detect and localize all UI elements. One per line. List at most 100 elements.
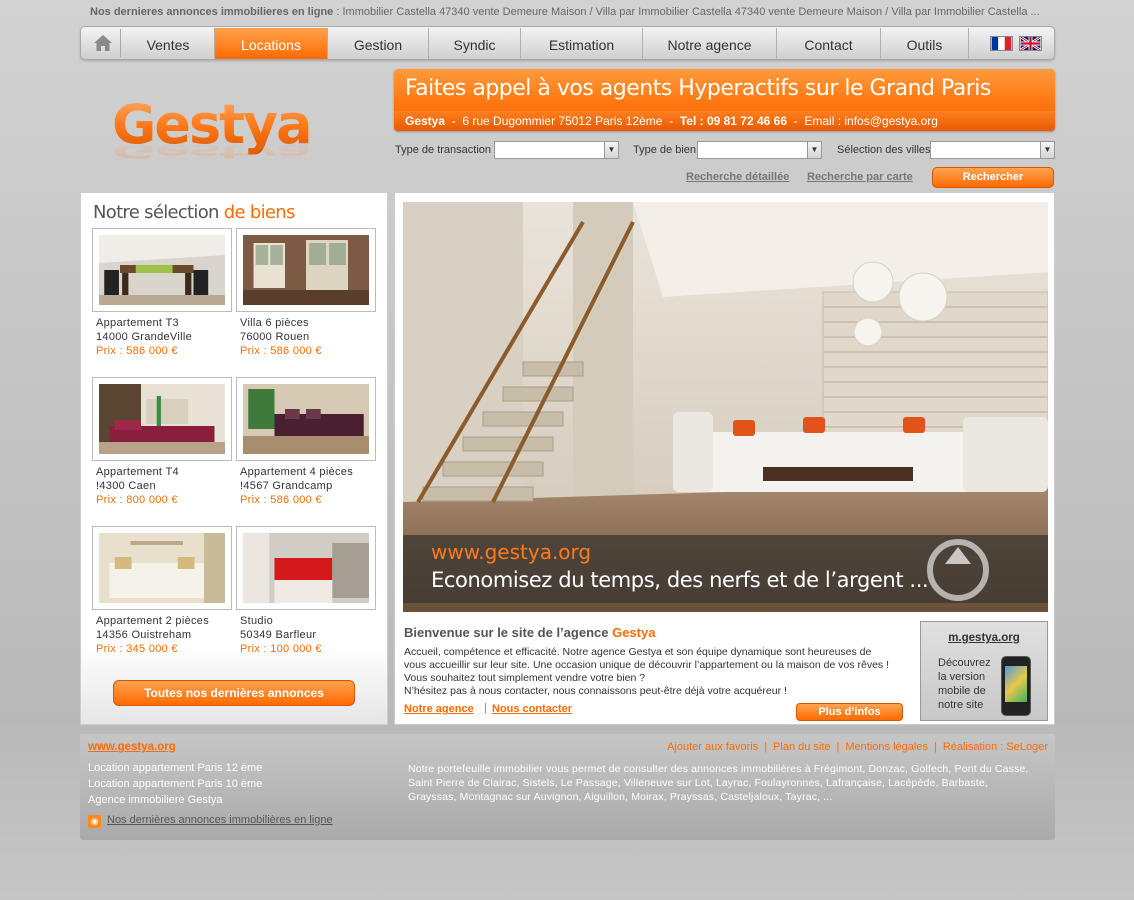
banner-email[interactable]: Email : infos@gestya.org <box>804 114 938 128</box>
property-card[interactable]: Appartement T4 !4300 Caen Prix : 800 000… <box>92 377 232 507</box>
more-info-button[interactable]: Plus d’infos <box>796 703 903 721</box>
nav-locations[interactable]: Locations <box>215 28 328 59</box>
transaction-type-label: Type de transaction <box>395 144 492 156</box>
footer-link[interactable]: Agence immobiliere Gestya <box>88 794 223 806</box>
map-search-link[interactable]: Recherche par carte <box>807 171 913 183</box>
property-price: Prix : 345 000 € <box>96 643 178 655</box>
property-price: Prix : 586 000 € <box>96 345 178 357</box>
cities-label: Sélection des villes <box>837 144 931 156</box>
chevron-down-icon: ▼ <box>1040 142 1054 158</box>
welcome-title: Bienvenue sur le site de l’agence Gestya <box>404 625 655 640</box>
nav-gestion[interactable]: Gestion <box>328 28 429 59</box>
property-price: Prix : 586 000 € <box>240 494 322 506</box>
property-city: 14000 GrandeVille <box>96 331 193 343</box>
property-photo[interactable] <box>236 377 376 461</box>
nav-syndic[interactable]: Syndic <box>429 28 521 59</box>
search-button[interactable]: Rechercher <box>932 167 1054 188</box>
property-city: 76000 Rouen <box>240 331 310 343</box>
property-name: Appartement 4 pièces <box>240 466 354 478</box>
property-photo[interactable] <box>92 377 232 461</box>
english-flag-icon[interactable] <box>1019 36 1042 51</box>
mobile-desc-line: mobile de <box>938 685 986 697</box>
property-card[interactable]: Appartement 2 pièces 14356 Ouistreham Pr… <box>92 526 232 656</box>
banner-tel: Tel : 09 81 72 46 66 <box>679 114 788 128</box>
footer-link[interactable]: Location appartement Paris 10 ème <box>88 778 262 790</box>
our-agency-link[interactable]: Notre agence <box>404 703 474 715</box>
main-content: www.gestya.org Economisez du temps, des … <box>394 192 1055 725</box>
latest-listings-ticker[interactable]: Nos dernieres annonces immobilieres en l… <box>90 6 1050 20</box>
footer: www.gestya.org Location appartement Pari… <box>80 734 1055 840</box>
welcome-title-text: Bienvenue sur le site de l’agence <box>404 625 613 640</box>
rss-icon[interactable]: ◉ <box>88 815 101 828</box>
property-card[interactable]: Appartement T3 14000 GrandeVille Prix : … <box>92 228 232 358</box>
welcome-text-line: Vous souhaitez tout simplement vendre vo… <box>404 672 646 684</box>
property-type-label: Type de bien <box>633 144 696 156</box>
property-city: 50349 Barfleur <box>240 629 317 641</box>
nav-notre-agence[interactable]: Notre agence <box>643 28 777 59</box>
footer-site-link[interactable]: www.gestya.org <box>88 741 176 753</box>
all-listings-button[interactable]: Toutes nos dernières annonces <box>113 680 355 706</box>
property-photo[interactable] <box>92 228 232 312</box>
selection-title: Notre sélection de biens <box>93 202 295 223</box>
property-photo[interactable] <box>236 228 376 312</box>
transaction-type-select[interactable]: ▼ <box>494 141 619 159</box>
hero-banner[interactable]: www.gestya.org Economisez du temps, des … <box>403 202 1048 612</box>
property-name: Appartement T4 <box>96 466 179 478</box>
property-price: Prix : 586 000 € <box>240 345 322 357</box>
portfolio-text-line: Grayssas, Montagnac sur Auvignon, Aiguil… <box>408 791 833 803</box>
cities-select[interactable]: ▼ <box>930 141 1055 159</box>
banner-address: 6 rue Dugommier 75012 Paris 12ème <box>462 114 663 128</box>
property-price: Prix : 800 000 € <box>96 494 178 506</box>
property-name: Villa 6 pièces <box>240 317 309 329</box>
agency-banner: Faites appel à vos agents Hyperactifs su… <box>394 69 1055 131</box>
property-card[interactable]: Studio 50349 Barfleur Prix : 100 000 € <box>236 526 376 656</box>
sitemap-link[interactable]: Plan du site <box>773 741 830 753</box>
legal-notice-link[interactable]: Mentions légales <box>845 741 928 753</box>
nav-ventes[interactable]: Ventes <box>122 28 215 59</box>
nav-outils[interactable]: Outils <box>881 28 969 59</box>
rss-link[interactable]: Nos dernières annonces immobilières en l… <box>107 814 333 826</box>
ticker-text[interactable]: : Immobilier Castella 47340 vente Demeur… <box>333 6 1039 18</box>
chevron-down-icon: ▼ <box>604 142 618 158</box>
property-price: Prix : 100 000 € <box>240 643 322 655</box>
selection-title-part2: de biens <box>223 202 296 223</box>
chevron-down-icon: ▼ <box>807 142 821 158</box>
mobile-description: Découvrez la version mobile de notre sit… <box>938 656 991 712</box>
property-card[interactable]: Appartement 4 pièces !4567 Grandcamp Pri… <box>236 377 376 507</box>
hero-site: www.gestya.org <box>431 540 592 564</box>
svg-text:Gestya: Gestya <box>112 140 310 162</box>
property-type-select[interactable]: ▼ <box>697 141 822 159</box>
add-favorites-link[interactable]: Ajouter aux favoris <box>667 741 758 753</box>
welcome-text-line: N’hésitez pas à nous contacter, nous con… <box>404 685 787 697</box>
contact-us-link[interactable]: Nous contacter <box>492 703 572 715</box>
credits-link[interactable]: Réalisation : SeLoger <box>943 741 1048 753</box>
property-name: Studio <box>240 615 273 627</box>
welcome-text-line: Accueil, compétence et efficacité. Notre… <box>404 646 872 658</box>
mobile-desc-line: notre site <box>938 699 984 711</box>
property-photo[interactable] <box>92 526 232 610</box>
portfolio-text-line: Notre portefeuille immobilier vous perme… <box>408 763 1029 775</box>
welcome-text-line: vous accueillir sur leur site. Une occas… <box>404 659 889 671</box>
smartphone-icon <box>1001 656 1031 716</box>
selection-title-part1: Notre sélection <box>93 202 224 223</box>
main-nav: Ventes Locations Gestion Syndic Estimati… <box>80 26 1055 60</box>
property-selection-panel: Notre sélection de biens Appartement T3 … <box>80 192 388 725</box>
footer-link[interactable]: Location appartement Paris 12 ème <box>88 762 262 774</box>
language-switcher <box>990 36 1042 51</box>
property-card[interactable]: Villa 6 pièces 76000 Rouen Prix : 586 00… <box>236 228 376 358</box>
welcome-brand: Gestya <box>612 625 656 640</box>
footer-right-links: Ajouter aux favoris | Plan du site | Mention… <box>667 741 1048 753</box>
nav-contact[interactable]: Contact <box>777 28 881 59</box>
detailed-search-link[interactable]: Recherche détaillée <box>686 171 789 183</box>
mobile-site-link[interactable]: m.gestya.org <box>921 632 1047 644</box>
banner-contact-line: Gestya - 6 rue Dugommier 75012 Paris 12è… <box>394 111 1055 131</box>
home-icon <box>93 35 112 51</box>
mobile-desc-line: la version <box>938 671 986 683</box>
mobile-site-promo[interactable]: m.gestya.org Découvrez la version mobile… <box>920 621 1048 721</box>
banner-agency: Gestya <box>405 114 446 128</box>
property-photo[interactable] <box>236 526 376 610</box>
home-button[interactable] <box>85 29 121 57</box>
nav-estimation[interactable]: Estimation <box>521 28 643 59</box>
gestya-logo[interactable]: Gestya Gestya <box>110 88 340 168</box>
french-flag-icon[interactable] <box>990 36 1013 51</box>
